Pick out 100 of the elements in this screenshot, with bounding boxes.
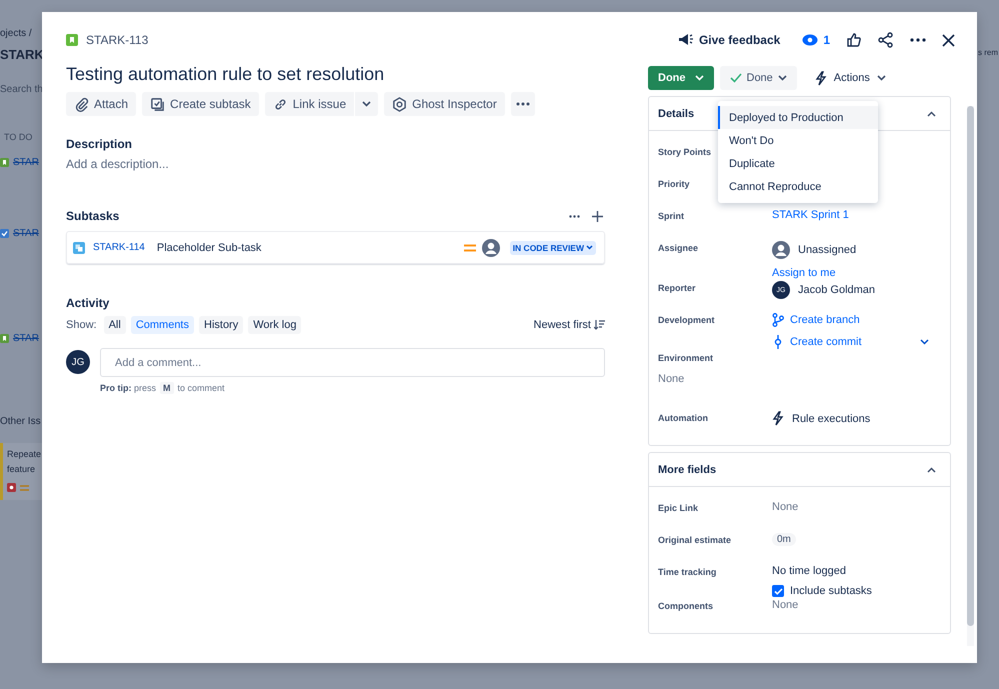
story-icon bbox=[0, 334, 9, 343]
field-label: Components bbox=[658, 600, 713, 611]
filter-tab[interactable]: Work log bbox=[248, 316, 302, 334]
reporter-value[interactable]: Jacob Goldman bbox=[798, 284, 876, 296]
automation-link[interactable]: Rule executions bbox=[792, 412, 870, 424]
avatar-icon bbox=[772, 241, 790, 259]
resolution-button[interactable]: Done bbox=[720, 66, 797, 90]
priority-icon bbox=[20, 484, 29, 490]
chevron-icon[interactable] bbox=[927, 466, 936, 472]
issue-key[interactable]: STARK-113 bbox=[86, 33, 148, 47]
time-tracking-value[interactable]: No time logged bbox=[772, 565, 941, 577]
project-title: STARK bbox=[0, 47, 42, 62]
caret-icon bbox=[694, 75, 704, 81]
filter-tab[interactable]: All bbox=[104, 316, 126, 334]
task-icon bbox=[0, 229, 9, 238]
dropdown-button[interactable] bbox=[355, 92, 378, 116]
field-label: Story Points bbox=[658, 146, 712, 157]
assignee-value[interactable]: Unassigned bbox=[798, 244, 856, 256]
caret-icon bbox=[586, 245, 593, 250]
checkbox[interactable] bbox=[772, 585, 784, 597]
breadcrumb[interactable]: ojects / bbox=[0, 28, 42, 39]
story-icon bbox=[0, 158, 9, 167]
check-icon bbox=[774, 588, 782, 594]
subtask-icon bbox=[73, 242, 85, 254]
status-dropdown[interactable]: IN CODE REVIEW bbox=[510, 240, 596, 254]
actions-button[interactable]: Actions bbox=[806, 66, 894, 90]
field-value[interactable]: None bbox=[658, 373, 684, 385]
status-button[interactable]: Done bbox=[648, 66, 714, 90]
key-hint: M bbox=[160, 382, 174, 394]
chevron-icon[interactable] bbox=[920, 339, 929, 345]
share-icon[interactable] bbox=[878, 32, 894, 48]
user-avatar: JG bbox=[66, 350, 90, 374]
field-label: Time tracking bbox=[658, 566, 716, 577]
menu-item[interactable]: Won't Do bbox=[718, 129, 878, 152]
sprint-link[interactable]: STARK Sprint 1 bbox=[772, 209, 941, 221]
more-button[interactable] bbox=[510, 92, 535, 116]
attach-button[interactable]: Attach bbox=[66, 92, 136, 116]
sort-button[interactable]: Newest first bbox=[534, 319, 605, 331]
priority-icon bbox=[464, 244, 476, 252]
checkbox-label[interactable]: Include subtasks bbox=[790, 585, 872, 597]
estimate-value[interactable]: 0m bbox=[772, 533, 796, 546]
lightning-icon bbox=[814, 70, 827, 86]
add-icon[interactable] bbox=[592, 210, 603, 222]
field-label: Epic Link bbox=[658, 502, 698, 513]
menu-item[interactable]: Deployed to Production bbox=[718, 106, 878, 129]
description-field[interactable]: Add a description... bbox=[66, 157, 605, 171]
panel-title[interactable]: Details bbox=[658, 108, 694, 120]
more-icon[interactable] bbox=[569, 214, 580, 218]
card-title[interactable]: Repeate feature bbox=[7, 447, 41, 477]
bug-icon bbox=[7, 483, 16, 492]
watch-button[interactable]: 1 bbox=[802, 33, 830, 47]
board-text: s rem bbox=[978, 48, 998, 57]
panel-title[interactable]: More fields bbox=[658, 464, 716, 476]
hexagon-icon bbox=[392, 96, 408, 112]
commit-icon bbox=[772, 335, 784, 349]
field-label: Environment bbox=[658, 352, 714, 363]
subtask-summary[interactable]: Placeholder Sub-task bbox=[156, 242, 458, 254]
more-icon bbox=[516, 102, 530, 106]
assign-to-me-link[interactable]: Assign to me bbox=[772, 267, 941, 279]
section-heading: Activity bbox=[66, 296, 110, 310]
section-heading: Description bbox=[66, 137, 134, 151]
feedback-button[interactable]: Give feedback bbox=[678, 33, 780, 47]
field-value[interactable]: None bbox=[772, 501, 941, 513]
sort-icon bbox=[594, 320, 605, 330]
menu-item[interactable]: Cannot Reproduce bbox=[718, 175, 878, 198]
chevron-icon[interactable] bbox=[927, 110, 936, 116]
menu-item[interactable]: Duplicate bbox=[718, 152, 878, 175]
section-header: Other Iss bbox=[0, 416, 42, 427]
link-issue-button[interactable]: Link issue bbox=[264, 92, 354, 116]
dev-link[interactable]: Create branch bbox=[790, 314, 860, 326]
create-subtask-button[interactable]: Create subtask bbox=[142, 92, 259, 116]
field-value[interactable]: None bbox=[772, 599, 941, 611]
megaphone-icon bbox=[678, 33, 694, 47]
field-label: Assignee bbox=[658, 242, 698, 253]
filter-tab[interactable]: History bbox=[199, 316, 244, 334]
app-button[interactable]: Ghost Inspector bbox=[384, 92, 505, 116]
filter-tab[interactable]: Comments bbox=[130, 316, 194, 334]
avatar-icon bbox=[482, 238, 500, 256]
subtask-icon bbox=[150, 96, 166, 112]
thumbs-up-icon[interactable] bbox=[846, 32, 862, 48]
close-icon[interactable] bbox=[942, 34, 955, 46]
field-label: Development bbox=[658, 314, 715, 325]
comment-field[interactable]: Add a comment... bbox=[100, 348, 605, 377]
link-icon bbox=[272, 96, 288, 112]
branch-icon bbox=[772, 313, 784, 327]
subtask-key[interactable]: STARK-114 bbox=[93, 242, 145, 253]
subtask-row[interactable]: STARK-114 Placeholder Sub-task IN CODE REVIEW bbox=[66, 231, 605, 264]
pro-tip-text: Pro tip: press bbox=[100, 383, 156, 393]
filter-label: Show: bbox=[66, 319, 97, 331]
more-icon[interactable] bbox=[910, 38, 926, 42]
issue-title[interactable]: Testing automation rule to set resolution bbox=[66, 62, 605, 86]
field-label: Original estimate bbox=[658, 534, 732, 545]
field-label: Automation bbox=[658, 412, 708, 423]
eye-icon bbox=[802, 34, 818, 46]
caret-icon bbox=[876, 75, 886, 81]
scrollbar-thumb[interactable] bbox=[967, 106, 974, 626]
dev-link[interactable]: Create commit bbox=[790, 336, 862, 348]
column-header: TO DO bbox=[4, 132, 34, 142]
section-heading: Subtasks bbox=[66, 209, 120, 223]
lightning-icon bbox=[772, 411, 784, 426]
